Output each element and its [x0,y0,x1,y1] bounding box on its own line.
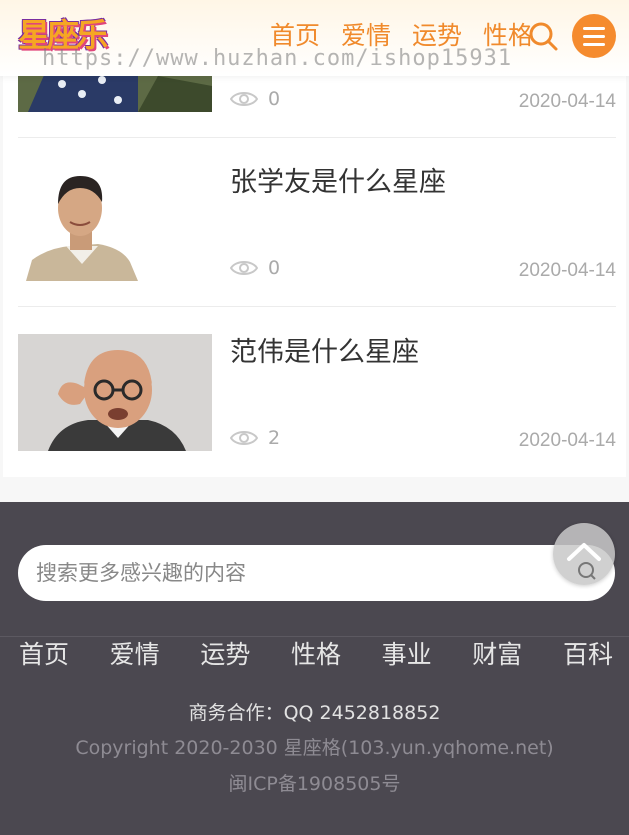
article-date: 2020-04-14 [518,260,616,281]
footer-nav-love[interactable]: 爱情 [110,637,160,673]
article-thumbnail[interactable] [18,334,212,451]
watermark: https://www.huzhan.com/ishop15931 [42,46,513,71]
search-input[interactable] [18,545,615,601]
footer-nav-fortune[interactable]: 运势 [200,637,250,673]
footer-nav-home[interactable]: 首页 [19,637,69,673]
article-title[interactable]: 范伟是什么星座 [230,335,419,371]
view-count: 2 [230,427,280,449]
eye-icon [230,92,258,106]
footer-nav: 首页 爱情 运势 性格 事业 财富 百科 [0,636,629,673]
article-date: 2020-04-14 [518,91,616,112]
menu-button[interactable] [572,14,616,58]
eye-icon [230,261,258,275]
search-box[interactable] [18,545,615,601]
footer-nav-career[interactable]: 事业 [382,637,432,673]
view-count: 0 [230,88,280,110]
search-icon[interactable] [527,20,559,52]
eye-icon [230,431,258,445]
icp-license[interactable]: 闽ICP备1908505号 [0,769,629,796]
article-title[interactable]: 张学友是什么星座 [230,165,446,201]
list-item[interactable]: 张学友是什么星座 0 2020-04-14 [18,139,616,307]
footer-nav-wealth[interactable]: 财富 [472,637,522,673]
back-to-top-button[interactable] [553,523,615,585]
article-thumbnail[interactable] [18,164,212,281]
business-contact: 商务合作：QQ 2452818852 [188,702,441,724]
footer-nav-personality[interactable]: 性格 [291,637,341,673]
hamburger-icon [583,26,605,30]
view-count: 0 [230,257,280,279]
back-to-top-icon [567,543,601,580]
copyright: Copyright 2020-2030 星座格(103.yun.yqhome.n… [75,737,554,759]
footer-nav-encyclopedia[interactable]: 百科 [563,637,613,673]
list-item[interactable]: 范伟是什么星座 2 2020-04-14 [18,308,616,476]
site-footer: 首页 爱情 运势 性格 事业 财富 百科 商务合作：QQ 2452818852 … [0,502,629,835]
article-date: 2020-04-14 [518,430,616,451]
